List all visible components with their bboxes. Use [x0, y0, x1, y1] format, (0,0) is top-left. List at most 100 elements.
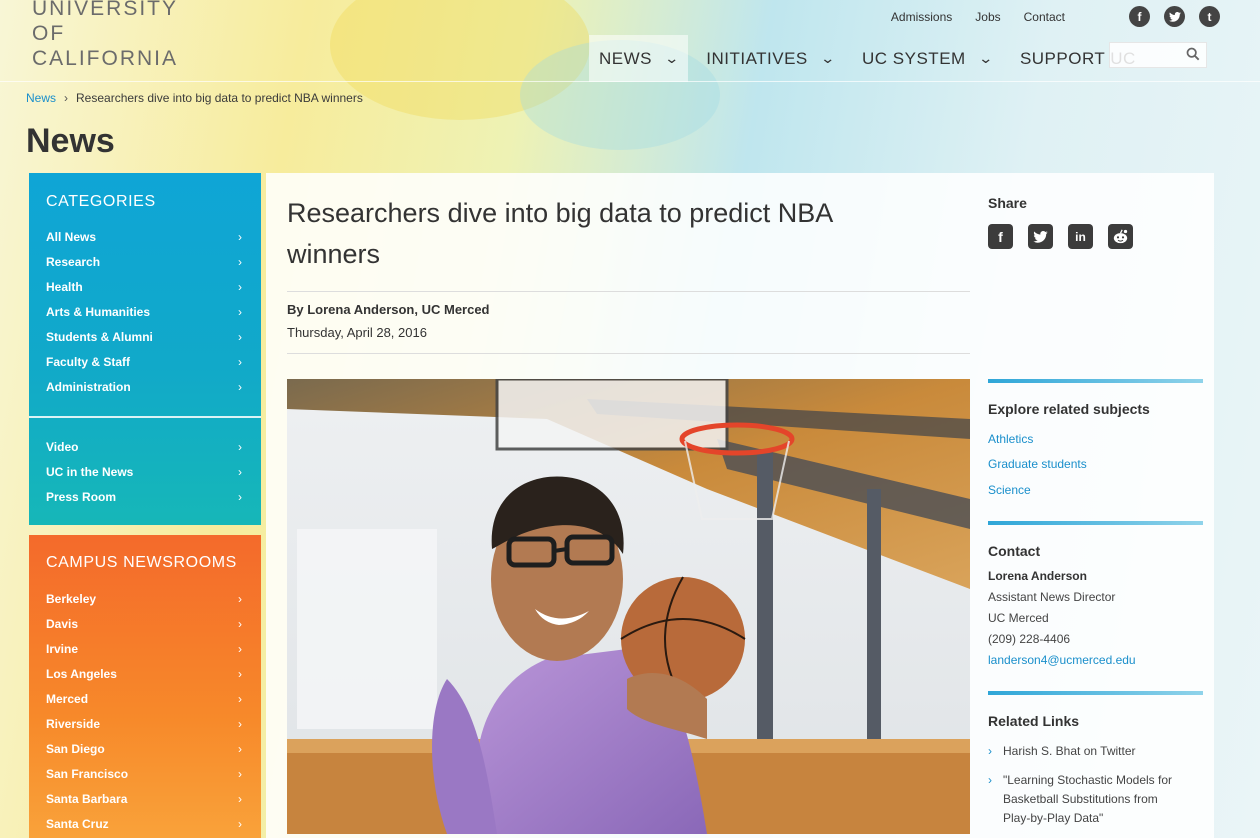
campus-item[interactable]: San Diego ›: [46, 736, 242, 761]
search-icon[interactable]: [1186, 47, 1200, 61]
chevron-right-icon: ›: [238, 304, 242, 319]
chevron-right-icon: ›: [238, 716, 242, 731]
campus-item[interactable]: Berkeley ›: [46, 586, 242, 611]
campus-list: Berkeley › Davis › Irvine › Los Angeles › Me…: [46, 586, 242, 836]
category-item[interactable]: Research ›: [46, 249, 242, 274]
article-photo: [287, 379, 970, 834]
breadcrumb-current: Researchers dive into big data to predic…: [76, 91, 363, 105]
campus-item[interactable]: Santa Barbara ›: [46, 786, 242, 811]
chevron-right-icon: ›: [238, 464, 242, 479]
campus-item[interactable]: Merced ›: [46, 686, 242, 711]
campus-item[interactable]: Irvine ›: [46, 636, 242, 661]
contact-name: Lorena Anderson: [988, 569, 1087, 583]
breadcrumb-news-link[interactable]: News: [26, 91, 56, 105]
contact-link[interactable]: Contact: [1024, 10, 1065, 24]
subject-link-athletics[interactable]: Athletics: [988, 432, 1033, 446]
campus-newsrooms-heading: CAMPUS NEWSROOMS: [46, 554, 237, 571]
chevron-down-icon: ⌄: [977, 50, 994, 66]
chevron-right-icon: ›: [238, 229, 242, 244]
nav-initiatives[interactable]: INITIATIVES ⌄: [696, 35, 844, 82]
nav-news[interactable]: NEWS ⌄: [589, 35, 689, 82]
campus-item[interactable]: Los Angeles ›: [46, 661, 242, 686]
contact-phone: (209) 228-4406: [988, 632, 1071, 646]
category-item[interactable]: Video ›: [46, 434, 242, 459]
twitter-icon[interactable]: [1164, 6, 1185, 27]
categories-panel: CATEGORIES All News › Research › Health › A…: [29, 173, 261, 525]
article-date: Thursday, April 28, 2016: [287, 325, 427, 340]
utility-nav: Admissions Jobs Contact f t: [868, 6, 1260, 27]
related-links-heading: Related Links: [988, 713, 1080, 729]
chevron-right-icon: ›: [64, 91, 69, 105]
related-link[interactable]: › Harish S. Bhat on Twitter: [988, 742, 1188, 761]
chevron-right-icon: ›: [238, 591, 242, 606]
chevron-down-icon: ⌄: [664, 50, 681, 66]
contact-heading: Contact: [988, 543, 1041, 559]
category-item[interactable]: All News ›: [46, 224, 242, 249]
chevron-right-icon: ›: [988, 744, 992, 758]
main-nav: NEWS ⌄ INITIATIVES ⌄ UC SYSTEM ⌄ SUPPORT…: [589, 35, 1154, 82]
chevron-down-icon: ⌄: [819, 50, 836, 66]
category-item[interactable]: Arts & Humanities ›: [46, 299, 242, 324]
chevron-right-icon: ›: [238, 641, 242, 656]
chevron-right-icon: ›: [238, 741, 242, 756]
contact-title: Assistant News Director: [988, 590, 1116, 604]
subject-link-science[interactable]: Science: [988, 483, 1031, 497]
section-rule: [988, 691, 1203, 695]
uc-logo[interactable]: UNIVERSITY OF CALIFORNIA: [32, 0, 178, 71]
reddit-icon[interactable]: [1108, 224, 1133, 249]
chevron-right-icon: ›: [238, 329, 242, 344]
campus-item[interactable]: Riverside ›: [46, 711, 242, 736]
categories-list: All News › Research › Health › Arts & Human…: [46, 224, 242, 399]
twitter-icon[interactable]: [1028, 224, 1053, 249]
chevron-right-icon: ›: [238, 439, 242, 454]
chevron-right-icon: ›: [238, 379, 242, 394]
chevron-right-icon: ›: [238, 666, 242, 681]
page-title: News: [26, 122, 115, 160]
category-item[interactable]: Health ›: [46, 274, 242, 299]
explore-heading: Explore related subjects: [988, 401, 1150, 417]
facebook-icon[interactable]: f: [988, 224, 1013, 249]
categories-secondary-list: Video › UC in the News › Press Room ›: [46, 434, 242, 509]
chevron-right-icon: ›: [238, 354, 242, 369]
chevron-right-icon: ›: [238, 791, 242, 806]
jobs-link[interactable]: Jobs: [975, 10, 1000, 24]
chevron-right-icon: ›: [238, 816, 242, 831]
linkedin-icon[interactable]: in: [1068, 224, 1093, 249]
section-rule: [988, 379, 1203, 383]
article-content: Researchers dive into big data to predic…: [266, 173, 1214, 838]
category-item[interactable]: Faculty & Staff ›: [46, 349, 242, 374]
site-header: UNIVERSITY OF CALIFORNIA Admissions Jobs…: [0, 0, 1260, 82]
related-link[interactable]: › "Learning Stochastic Models for Basket…: [988, 771, 1188, 828]
nav-uc-system[interactable]: UC SYSTEM ⌄: [852, 35, 1002, 82]
share-buttons: f in: [988, 224, 1148, 249]
contact-email-link[interactable]: landerson4@ucmerced.edu: [988, 653, 1136, 667]
breadcrumb: News › Researchers dive into big data to…: [26, 91, 363, 105]
article-title: Researchers dive into big data to predic…: [287, 198, 832, 269]
chevron-right-icon: ›: [238, 254, 242, 269]
chevron-right-icon: ›: [238, 616, 242, 631]
categories-heading: CATEGORIES: [46, 193, 156, 210]
search-input[interactable]: [1110, 43, 1185, 67]
section-rule: [988, 521, 1203, 525]
chevron-right-icon: ›: [238, 766, 242, 781]
subject-link-graduate-students[interactable]: Graduate students: [988, 457, 1087, 471]
divider: [287, 291, 970, 292]
category-item[interactable]: UC in the News ›: [46, 459, 242, 484]
chevron-right-icon: ›: [238, 279, 242, 294]
tumblr-icon[interactable]: t: [1199, 6, 1220, 27]
category-item[interactable]: Administration ›: [46, 374, 242, 399]
admissions-link[interactable]: Admissions: [891, 10, 952, 24]
facebook-icon[interactable]: f: [1129, 6, 1150, 27]
campus-item[interactable]: San Francisco ›: [46, 761, 242, 786]
chevron-right-icon: ›: [238, 691, 242, 706]
category-item[interactable]: Students & Alumni ›: [46, 324, 242, 349]
category-item[interactable]: Press Room ›: [46, 484, 242, 509]
share-heading: Share: [988, 195, 1027, 211]
campus-newsrooms-panel: CAMPUS NEWSROOMS Berkeley › Davis › Irvine…: [29, 535, 261, 838]
search-box: [1109, 42, 1207, 68]
campus-item[interactable]: Santa Cruz ›: [46, 811, 242, 836]
article-byline: By Lorena Anderson, UC Merced: [287, 302, 490, 317]
divider: [29, 416, 261, 418]
campus-item[interactable]: Davis ›: [46, 611, 242, 636]
chevron-right-icon: ›: [988, 773, 992, 787]
